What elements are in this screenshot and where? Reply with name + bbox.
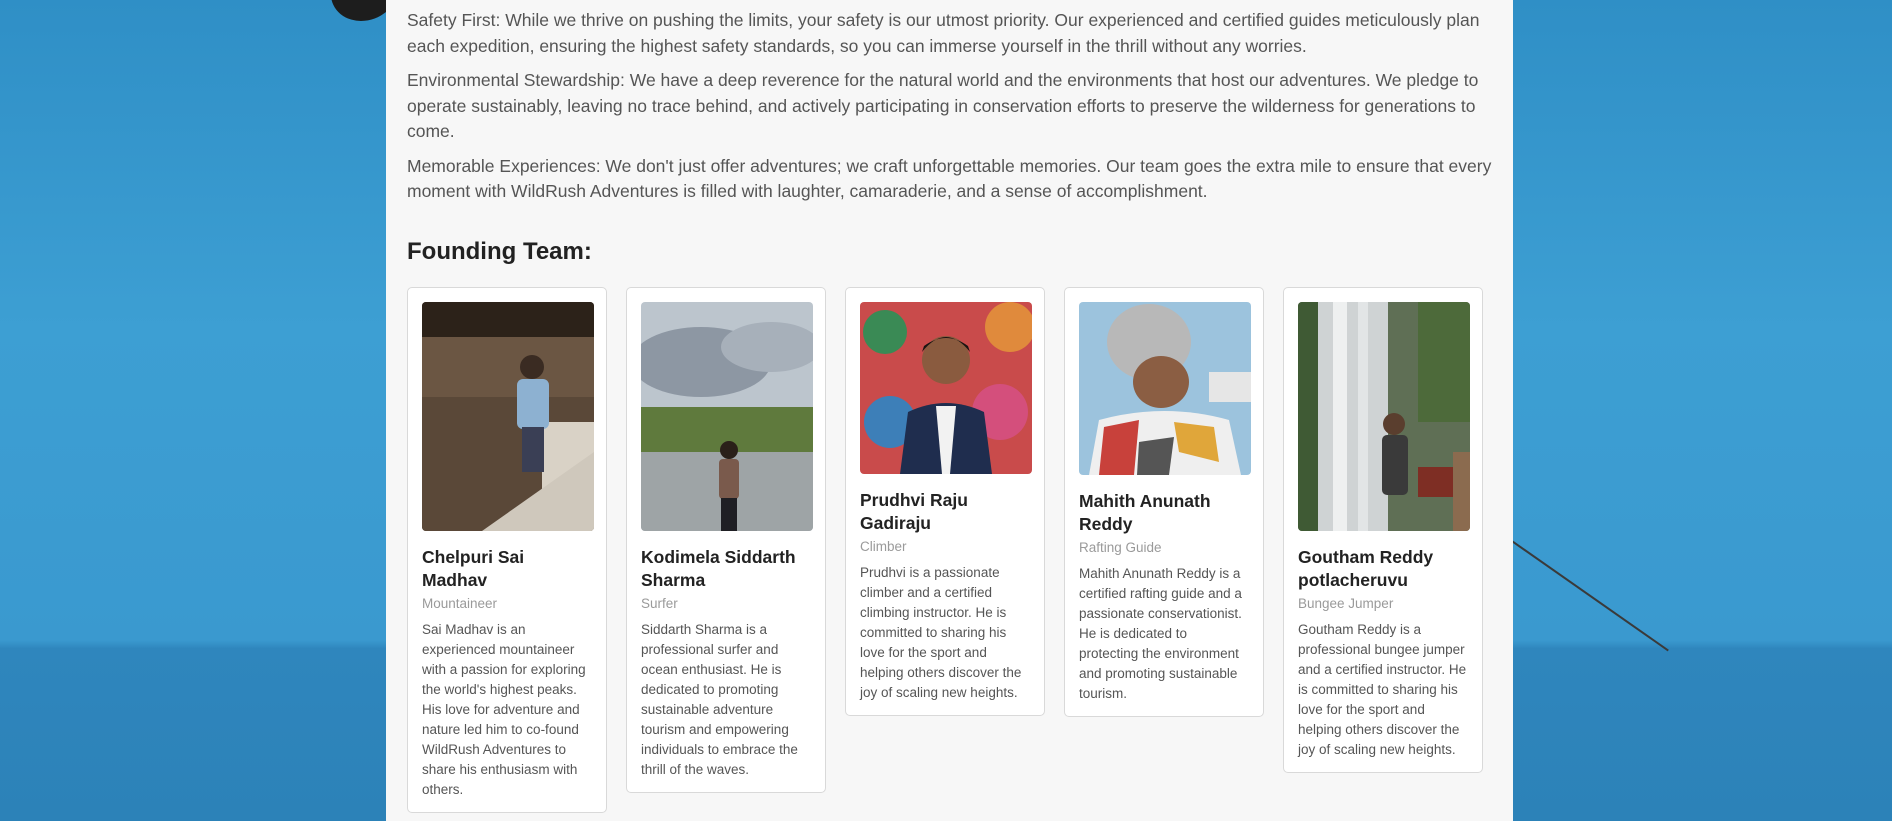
member-photo [641, 301, 813, 531]
member-name: Goutham Reddy potlacheruvu [1298, 546, 1434, 590]
member-role: Climber [860, 538, 907, 554]
paragraph-safety-first: Safety First: While we thrive on pushing… [407, 10, 1480, 56]
member-photo-illustration [422, 301, 594, 531]
team-card: Prudhvi Raju Gadiraju Climber Prudhvi is… [845, 286, 1045, 716]
member-name: Kodimela Siddarth Sharma [641, 546, 796, 590]
member-bio: Mahith Anunath Reddy is a certified raft… [1079, 565, 1242, 701]
paragraph-environmental-stewardship: Environmental Stewardship: We have a dee… [407, 70, 1479, 141]
team-card: Chelpuri Sai Madhav Mountaineer Sai Madh… [407, 286, 607, 813]
member-role: Mountaineer [422, 595, 498, 611]
member-bio: Goutham Reddy is a professional bungee j… [1298, 621, 1467, 757]
member-photo [422, 301, 594, 531]
team-card: Mahith Anunath Reddy Rafting Guide Mahit… [1064, 286, 1264, 717]
member-bio: Prudhvi is a passionate climber and a ce… [860, 564, 1022, 700]
team-cards: Chelpuri Sai Madhav Mountaineer Sai Madh… [407, 286, 1492, 813]
member-name: Chelpuri Sai Madhav [422, 546, 525, 590]
about-content: Safety First: While we thrive on pushing… [407, 8, 1492, 813]
member-bio: Sai Madhav is an experienced mountaineer… [422, 621, 586, 797]
team-card: Kodimela Siddarth Sharma Surfer Siddarth… [626, 286, 826, 793]
member-photo-illustration [860, 301, 1032, 474]
member-role: Surfer [641, 595, 678, 611]
member-photo-illustration [1079, 301, 1251, 475]
content-panel: Safety First: While we thrive on pushing… [386, 0, 1513, 821]
member-name: Mahith Anunath Reddy [1079, 490, 1211, 534]
member-photo [1079, 301, 1251, 475]
member-photo [860, 301, 1032, 474]
member-role: Rafting Guide [1079, 539, 1162, 555]
background-wire [1503, 535, 1669, 652]
member-photo-illustration [1298, 301, 1470, 531]
founding-team-heading: Founding Team: [407, 237, 592, 265]
member-bio: Siddarth Sharma is a professional surfer… [641, 621, 798, 777]
team-card: Goutham Reddy potlacheruvu Bungee Jumper… [1283, 286, 1483, 773]
member-name: Prudhvi Raju Gadiraju [860, 489, 968, 533]
paragraph-memorable-experiences: Memorable Experiences: We don't just off… [407, 155, 1492, 202]
member-photo-illustration [641, 301, 813, 531]
member-photo [1298, 301, 1470, 531]
member-role: Bungee Jumper [1298, 595, 1394, 611]
